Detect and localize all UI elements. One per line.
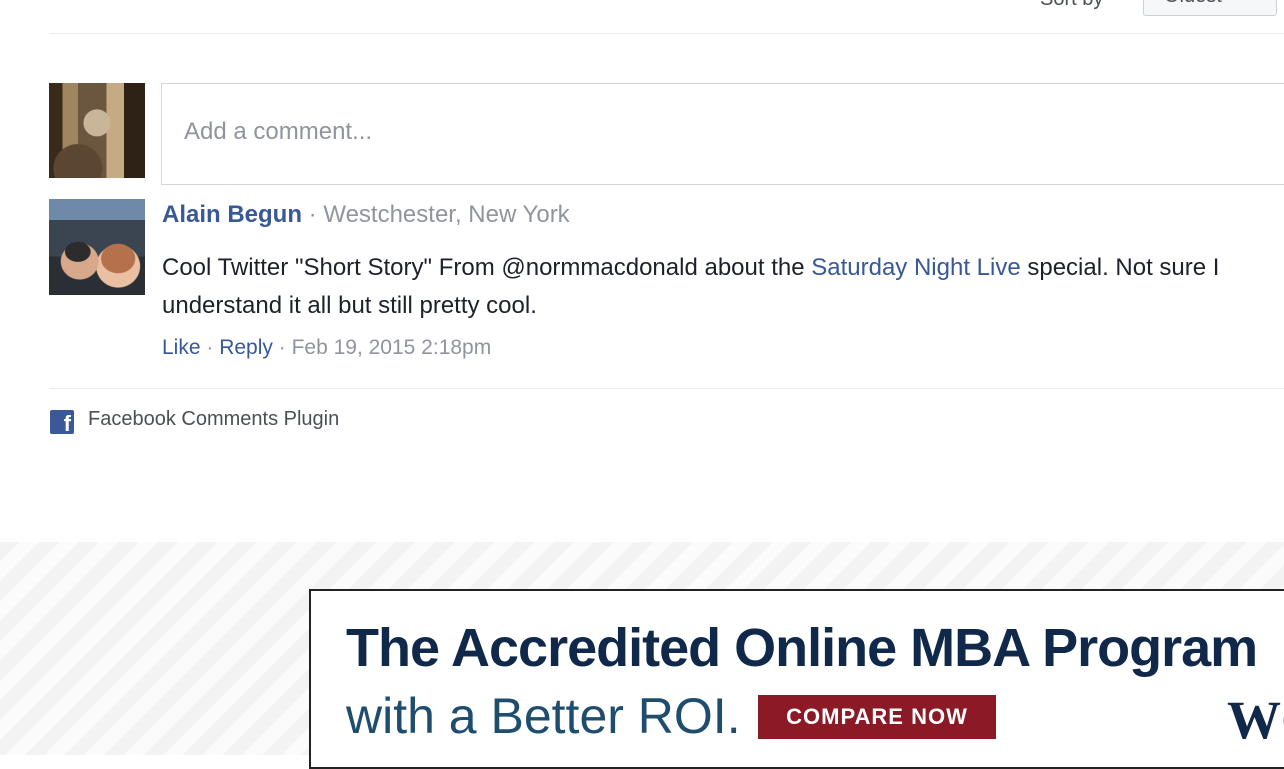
ad-banner[interactable]: The Accredited Online MBA Program with a…: [309, 589, 1284, 769]
facebook-icon[interactable]: f: [50, 410, 74, 434]
comment-author-link[interactable]: Alain Begun: [162, 201, 302, 228]
comments-header: Sort by Oldest: [0, 0, 1284, 34]
sort-label: Sort by: [1040, 0, 1103, 11]
ad-logo: WC: [1227, 690, 1284, 750]
divider: [49, 388, 1284, 389]
ad-subline: with a Better ROI.: [346, 688, 741, 744]
sort-dropdown[interactable]: Oldest: [1143, 0, 1277, 16]
facebook-comments-plugin-link[interactable]: Facebook Comments Plugin: [88, 408, 339, 431]
current-user-avatar: [49, 83, 145, 178]
comment-header: Alain Begun · Westchester, New York: [162, 201, 570, 229]
comment-mention-link[interactable]: Saturday Night Live: [811, 254, 1020, 281]
comment-actions: Like · Reply · Feb 19, 2015 2:18pm: [162, 336, 491, 360]
comment-composer[interactable]: [161, 83, 1284, 185]
comment-author-location: Westchester, New York: [323, 201, 570, 228]
reply-link[interactable]: Reply: [219, 336, 273, 359]
comment-timestamp[interactable]: Feb 19, 2015 2:18pm: [292, 336, 492, 359]
comment-input[interactable]: [184, 118, 1184, 146]
separator: ·: [272, 336, 292, 359]
comment-text-part: Cool Twitter "Short Story" From @normmac…: [162, 254, 812, 281]
compare-now-button[interactable]: COMPARE NOW: [758, 695, 996, 739]
divider: [49, 33, 1284, 34]
ad-headline: The Accredited Online MBA Program: [346, 618, 1258, 678]
commenter-avatar[interactable]: [49, 199, 145, 295]
separator: ·: [200, 336, 220, 359]
comment-text: Cool Twitter "Short Story" From @normmac…: [162, 249, 1284, 325]
separator: ·: [302, 201, 324, 228]
like-link[interactable]: Like: [162, 336, 201, 359]
